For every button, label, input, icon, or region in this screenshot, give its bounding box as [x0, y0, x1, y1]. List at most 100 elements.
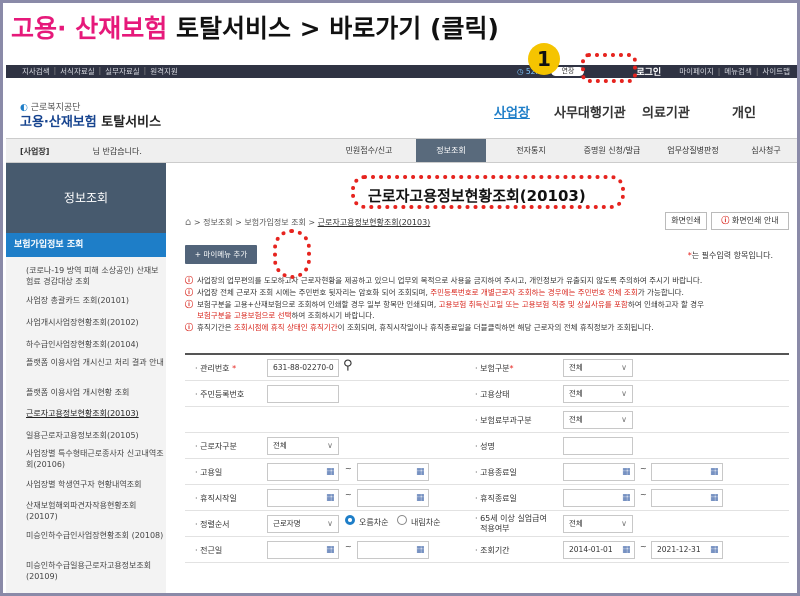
breadcrumb-current[interactable]: 근로자고용정보현황조회(20103)	[318, 218, 431, 227]
util-practice-docs[interactable]: 실무자료실	[105, 66, 140, 77]
breadcrumb-item[interactable]: 보험가입정보 조회	[244, 218, 305, 227]
insurance-type-select[interactable]: 전체 ∨	[563, 359, 633, 377]
sidebar-item-special-type[interactable]: 사업장별 특수형태근로종사자 신고내역조회(20106)	[26, 448, 164, 470]
calendar-icon[interactable]: ▦	[710, 493, 720, 503]
tab-civil-report[interactable]: 민원접수/신고	[334, 139, 404, 162]
radio-ascending-label[interactable]: 오름차순	[359, 517, 388, 528]
leave-end-label: · 휴직종료일	[475, 494, 517, 503]
calendar-icon[interactable]: ▦	[326, 467, 336, 477]
nav-individual[interactable]: 개인	[732, 102, 756, 121]
search-form: · 관리번호 * 631-88-02270-0 ⚲ · 보험구분* 전체 ∨ · …	[185, 353, 789, 563]
leave-end-to[interactable]: ▦	[651, 489, 723, 507]
calendar-icon[interactable]: ▦	[710, 467, 720, 477]
search-icon[interactable]: ⚲	[343, 358, 353, 373]
tab-e-notice[interactable]: 전자통지	[496, 139, 566, 162]
calendar-icon[interactable]: ▦	[622, 467, 632, 477]
mgmt-no-label: · 관리번호 *	[195, 364, 237, 373]
calendar-icon[interactable]: ▦	[710, 545, 720, 555]
util-mypage[interactable]: 마이페이지	[679, 66, 714, 77]
highlight-ring-menu	[273, 229, 311, 279]
transfer-date-label: · 전근일	[195, 546, 223, 555]
step-number-badge: 1	[528, 43, 560, 75]
leave-start-from[interactable]: ▦	[267, 489, 339, 507]
tab-disease-judgment[interactable]: 업무상질병판정	[654, 139, 732, 162]
sidebar-item-student-researcher[interactable]: 사업장별 학생연구자 현황내역조회	[26, 479, 164, 490]
period-from[interactable]: 2014-01-01 ▦	[563, 541, 635, 559]
service-logo[interactable]: 고용·산재보험 토탈서비스	[20, 111, 161, 130]
sidebar-item-business-start[interactable]: 사업개시사업장현황조회(20102)	[26, 317, 164, 328]
notice-item: ⓘ 사업장 전체 근로자 조회 시에는 주민번호 뒷자리는 암호화 되어 조회되며…	[185, 288, 684, 297]
main-menu-bar: [사업장] 님 반갑습니다. 민원접수/신고 정보조회 전자통지 증명원 신청/…	[6, 138, 797, 163]
tab-appeal[interactable]: 심사청구	[736, 139, 796, 162]
name-input[interactable]	[563, 437, 633, 455]
sidebar-item-platform-status[interactable]: 플랫폼 이용사업 개시현황 조회	[26, 387, 164, 398]
sidebar-item-daily-worker[interactable]: 일용근로자고용정보조회(20105)	[26, 430, 164, 441]
highlight-ring-title	[351, 175, 625, 209]
sidebar-item-unapproved-daily[interactable]: 미승인하수급일용근로자고용정보조회 (20109)	[26, 560, 164, 582]
print-guide-button[interactable]: ⓘ 화면인쇄 안내	[711, 212, 789, 230]
nav-business[interactable]: 사업장	[494, 102, 530, 121]
rrn-input[interactable]	[267, 385, 339, 403]
form-row: · 관리번호 * 631-88-02270-0 ⚲ · 보험구분* 전체 ∨	[185, 355, 789, 381]
calendar-icon[interactable]: ▦	[326, 493, 336, 503]
util-forms[interactable]: 서식자료실	[60, 66, 95, 77]
home-icon[interactable]: ⌂	[185, 217, 191, 228]
leave-start-to[interactable]: ▦	[357, 489, 429, 507]
calendar-icon[interactable]: ▦	[326, 545, 336, 555]
calendar-icon[interactable]: ▦	[416, 493, 426, 503]
sort-select[interactable]: 근로자명 ∨	[267, 515, 339, 533]
util-sitemap[interactable]: 사이트맵	[762, 66, 790, 77]
print-button[interactable]: 화면인쇄	[665, 212, 707, 230]
levy-type-select[interactable]: 전체 ∨	[563, 411, 633, 429]
util-menu-search[interactable]: 메뉴검색	[724, 66, 752, 77]
tab-certificate[interactable]: 증명원 신청/발급	[570, 139, 654, 162]
login-link[interactable]: 로그인	[632, 65, 665, 78]
banner-part3: 토탈서비스 > 바로가기 (클릭)	[175, 14, 499, 43]
calendar-icon[interactable]: ▦	[416, 467, 426, 477]
info-icon: ⓘ	[721, 216, 730, 225]
sidebar-item-covid-reduction[interactable]: (코로나-19 방역 피해 소상공인) 산재보험료 경감대상 조회	[26, 265, 164, 287]
radio-descending-label[interactable]: 내림차순	[411, 517, 440, 528]
leave-end-from[interactable]: ▦	[563, 489, 635, 507]
sidebar-item-general-card[interactable]: 사업장 총괄카드 조회(20101)	[26, 295, 164, 306]
end-date-from[interactable]: ▦	[563, 463, 635, 481]
hire-date-from[interactable]: ▦	[267, 463, 339, 481]
mgmt-no-input[interactable]: 631-88-02270-0	[267, 359, 339, 377]
radio-ascending[interactable]	[345, 515, 355, 525]
calendar-icon[interactable]: ▦	[622, 493, 632, 503]
nav-medical[interactable]: 의료기관	[642, 102, 690, 121]
sidebar-item-unapproved-sub[interactable]: 미승인하수급인사업장현황조회 (20108)	[26, 530, 164, 541]
util-branch-search[interactable]: 지사검색	[22, 66, 50, 77]
sidebar-section-active[interactable]: 보험가입정보 조회	[6, 233, 166, 257]
form-row: · 근로자구분 전체 ∨ · 성명	[185, 433, 789, 459]
sidebar-item-overseas[interactable]: 산재보험해외파견자작용현황조회 (20107)	[26, 500, 164, 522]
emp-status-select[interactable]: 전체 ∨	[563, 385, 633, 403]
tab-info-inquiry[interactable]: 정보조회	[416, 139, 486, 162]
add-my-menu-button[interactable]: + 마이메뉴 추가	[185, 245, 257, 264]
util-remote-support[interactable]: 원격지원	[150, 66, 178, 77]
calendar-icon[interactable]: ▦	[416, 545, 426, 555]
sidebar-list: (코로나-19 방역 피해 소상공인) 산재보험료 경감대상 조회 사업장 총괄…	[6, 257, 166, 593]
guide-banner: 고용· 산재보험 토탈서비스 > 바로가기 (클릭)	[3, 3, 797, 47]
transfer-date-to[interactable]: ▦	[357, 541, 429, 559]
nav-agency[interactable]: 사무대행기관	[554, 102, 626, 121]
warning-icon: ⓘ	[185, 288, 193, 297]
sidebar-item-platform-result[interactable]: 플랫폼 이용사업 개시신고 처리 결과 안내	[26, 357, 164, 368]
form-row: · 주민등록번호 · 고용상태 전체 ∨	[185, 381, 789, 407]
worker-type-select[interactable]: 전체 ∨	[267, 437, 339, 455]
sidebar-item-subcontractor[interactable]: 하수급인사업장현황조회(20104)	[26, 339, 164, 350]
sidebar-item-worker-employment[interactable]: 근로자고용정보현황조회(20103)	[26, 408, 164, 419]
period-to[interactable]: 2021-12-31 ▦	[651, 541, 723, 559]
warning-icon: ⓘ	[185, 276, 193, 285]
form-row: · 정렬순서 근로자명 ∨ 오름차순 내림차순 · 65세 이상 실업급여 적용여…	[185, 511, 789, 537]
transfer-date-from[interactable]: ▦	[267, 541, 339, 559]
form-row: · 전근일 ▦ ~ ▦ · 조회기간 2014-01-01 ▦ ~ 2021-12…	[185, 537, 789, 563]
hire-date-to[interactable]: ▦	[357, 463, 429, 481]
breadcrumb: ⌂ > 정보조회 > 보험가입정보 조회 > 근로자고용정보현황조회(20103…	[185, 217, 431, 228]
emp-status-label: · 고용상태	[475, 390, 510, 399]
radio-descending[interactable]	[397, 515, 407, 525]
end-date-to[interactable]: ▦	[651, 463, 723, 481]
over65-select[interactable]: 전체 ∨	[563, 515, 633, 533]
calendar-icon[interactable]: ▦	[622, 545, 632, 555]
breadcrumb-item[interactable]: 정보조회	[203, 218, 232, 227]
